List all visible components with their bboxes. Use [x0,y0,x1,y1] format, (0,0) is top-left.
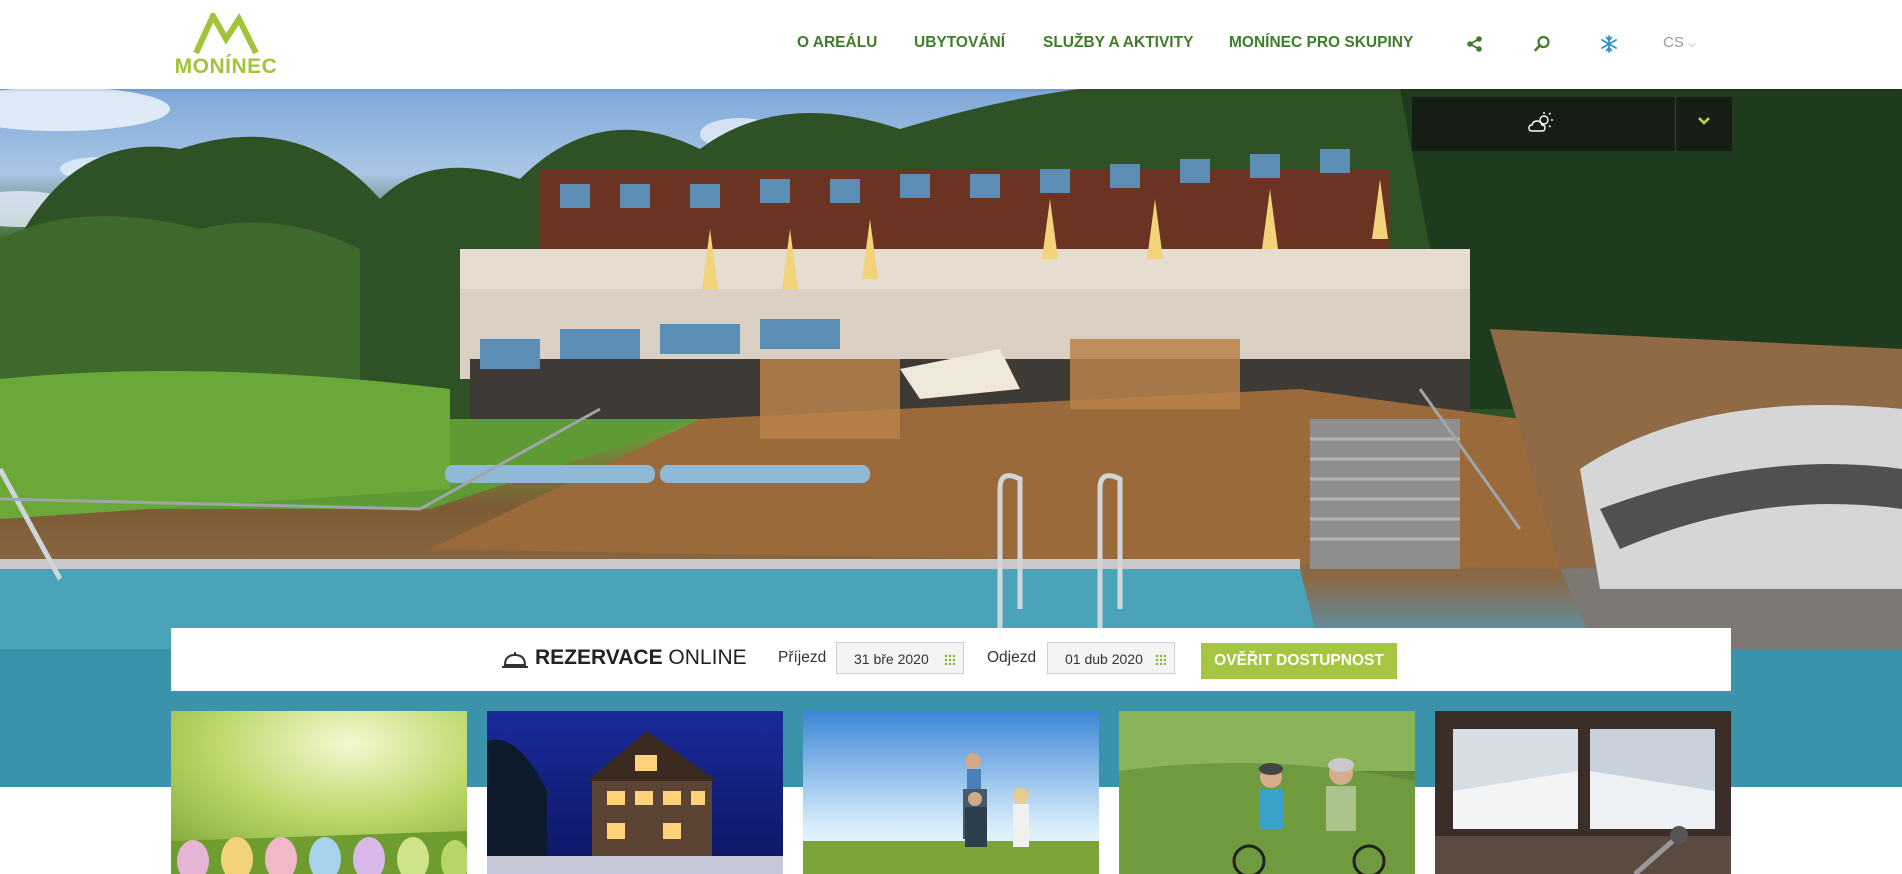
search-icon[interactable] [1531,33,1553,55]
departure-date-field[interactable]: 01 dub 2020 [1047,642,1175,674]
share-icon[interactable] [1464,33,1486,55]
card-ski-room-image [1435,711,1731,874]
card-chalet-image [487,711,783,874]
nav-item-sluzby-a-aktivity[interactable]: SLUŽBY A AKTIVITY [1043,34,1193,52]
logo-text: MONÍNEC [174,55,278,78]
weather-widget[interactable] [1412,97,1732,151]
chevron-down-icon[interactable] [1696,113,1712,134]
booking-bar: REZERVACE ONLINE Příjezd 31 bře 2020 Odj… [171,628,1731,691]
cloud-sun-icon [1527,111,1555,142]
mountain-logo-icon [193,9,259,55]
card-family[interactable] [803,711,1099,874]
chevron-down-icon: ⌵ [1688,39,1696,50]
card-family-image [803,711,1099,874]
card-easter-image [171,711,467,874]
snowflake-icon[interactable] [1598,33,1620,55]
arrival-date-field[interactable]: 31 bře 2020 [836,642,964,674]
language-selector[interactable]: CS ⌵ [1663,34,1696,51]
site-header: MONÍNEC O AREÁLU UBYTOVÁNÍ SLUŽBY A AKTI… [0,0,1902,89]
card-easter[interactable] [171,711,467,874]
card-cyclists-image [1119,711,1415,874]
booking-title-bold: REZERVACE [535,646,663,669]
arrival-date-value: 31 bře 2020 [854,651,929,667]
nav-item-o-arealu[interactable]: O AREÁLU [797,34,877,52]
check-availability-button[interactable]: OVĚŘIT DOSTUPNOST [1201,643,1397,679]
reception-bell-icon [501,647,529,676]
departure-label: Odjezd [987,649,1037,666]
card-chalet[interactable] [487,711,783,874]
language-code: CS [1663,34,1684,51]
nav-item-ubytovani[interactable]: UBYTOVÁNÍ [914,34,1005,52]
departure-date-value: 01 dub 2020 [1065,651,1143,667]
card-cyclists[interactable] [1119,711,1415,874]
calendar-icon[interactable] [1155,654,1166,665]
booking-title-rest: ONLINE [662,646,747,669]
booking-title: REZERVACE ONLINE [535,646,747,670]
calendar-icon[interactable] [944,654,955,665]
weather-divider [1675,97,1676,151]
card-ski-room[interactable] [1435,711,1731,874]
arrival-label: Příjezd [778,649,827,666]
nav-item-moninec-pro-skupiny[interactable]: MONÍNEC PRO SKUPINY [1229,34,1413,52]
logo[interactable]: MONÍNEC [173,9,279,78]
